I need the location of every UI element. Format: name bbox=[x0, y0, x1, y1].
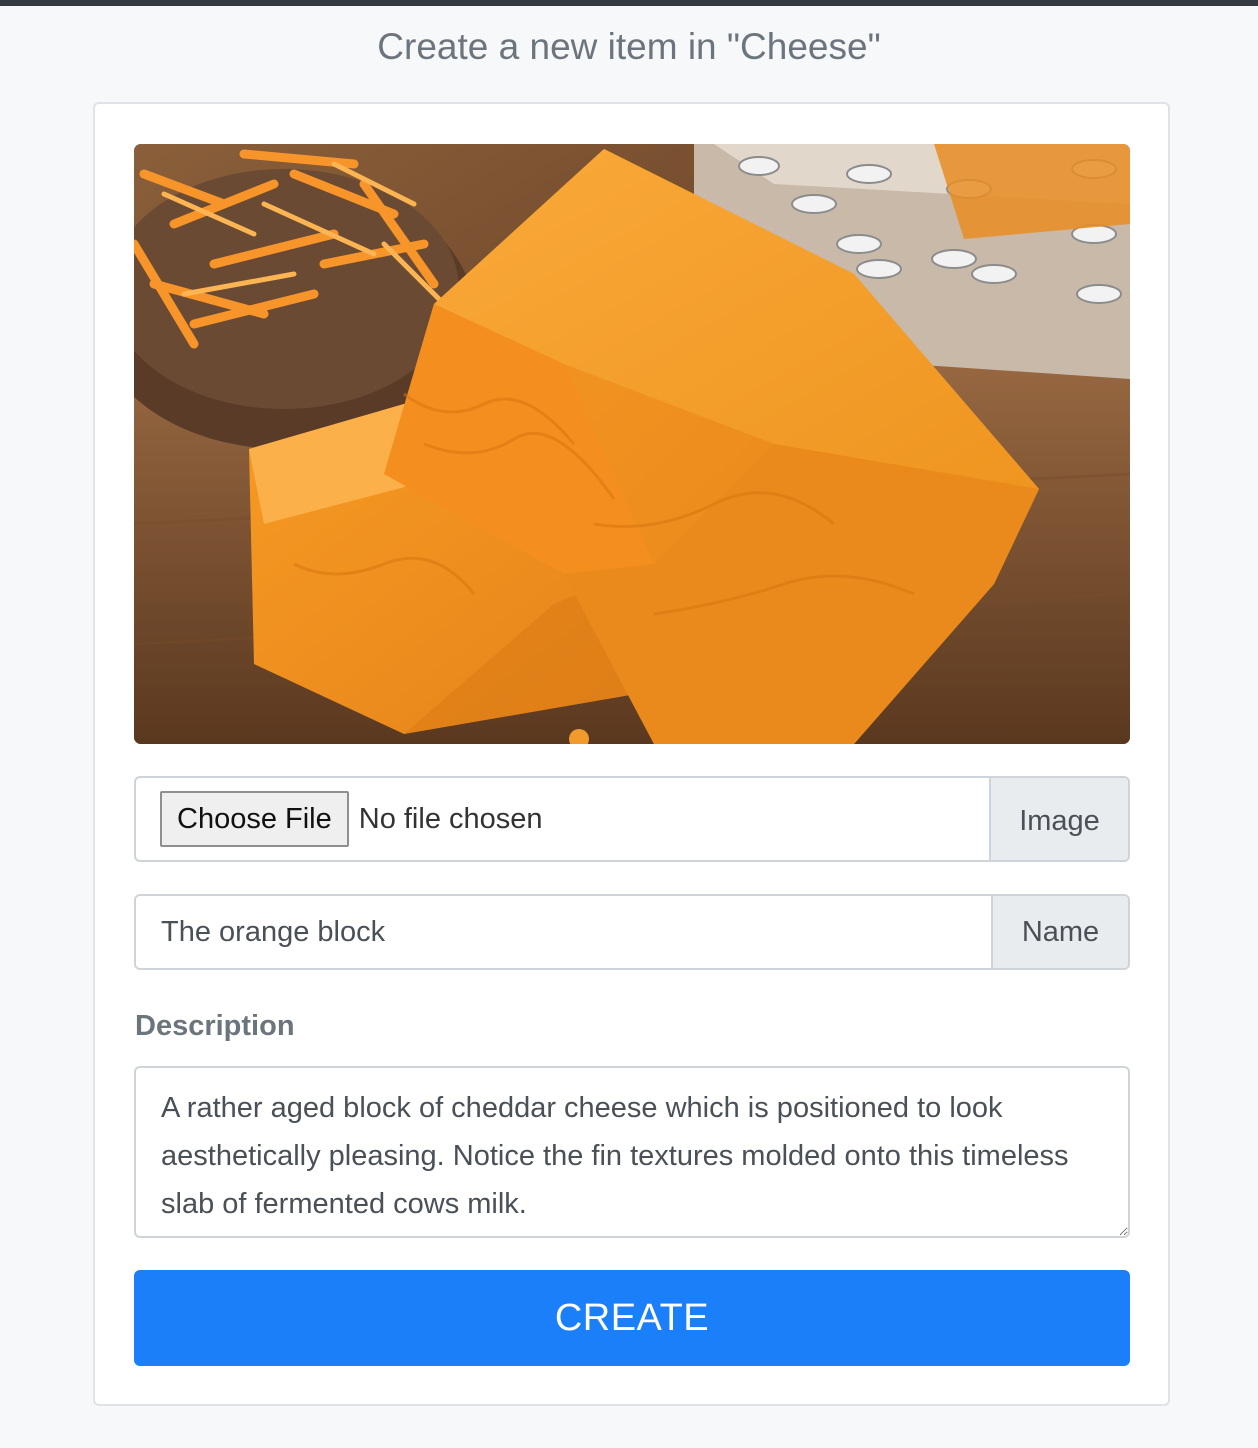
page-title: Create a new item in "Cheese" bbox=[377, 26, 881, 67]
description-textarea[interactable]: A rather aged block of cheddar cheese wh… bbox=[134, 1066, 1130, 1238]
file-status-text: No file chosen bbox=[358, 802, 543, 835]
top-bar bbox=[0, 0, 1258, 6]
name-addon-label: Name bbox=[991, 896, 1128, 968]
cheese-image-preview bbox=[134, 144, 1130, 744]
description-label: Description bbox=[135, 1010, 295, 1042]
file-input[interactable]: Choose File No file chosen bbox=[136, 778, 989, 860]
name-input-group: Name bbox=[134, 894, 1130, 970]
name-input[interactable] bbox=[136, 896, 991, 968]
image-addon-label: Image bbox=[989, 778, 1128, 860]
create-button[interactable]: CREATE bbox=[134, 1270, 1130, 1366]
choose-file-button[interactable]: Choose File bbox=[160, 791, 349, 847]
image-file-input-group: Choose File No file chosen Image bbox=[134, 776, 1130, 862]
